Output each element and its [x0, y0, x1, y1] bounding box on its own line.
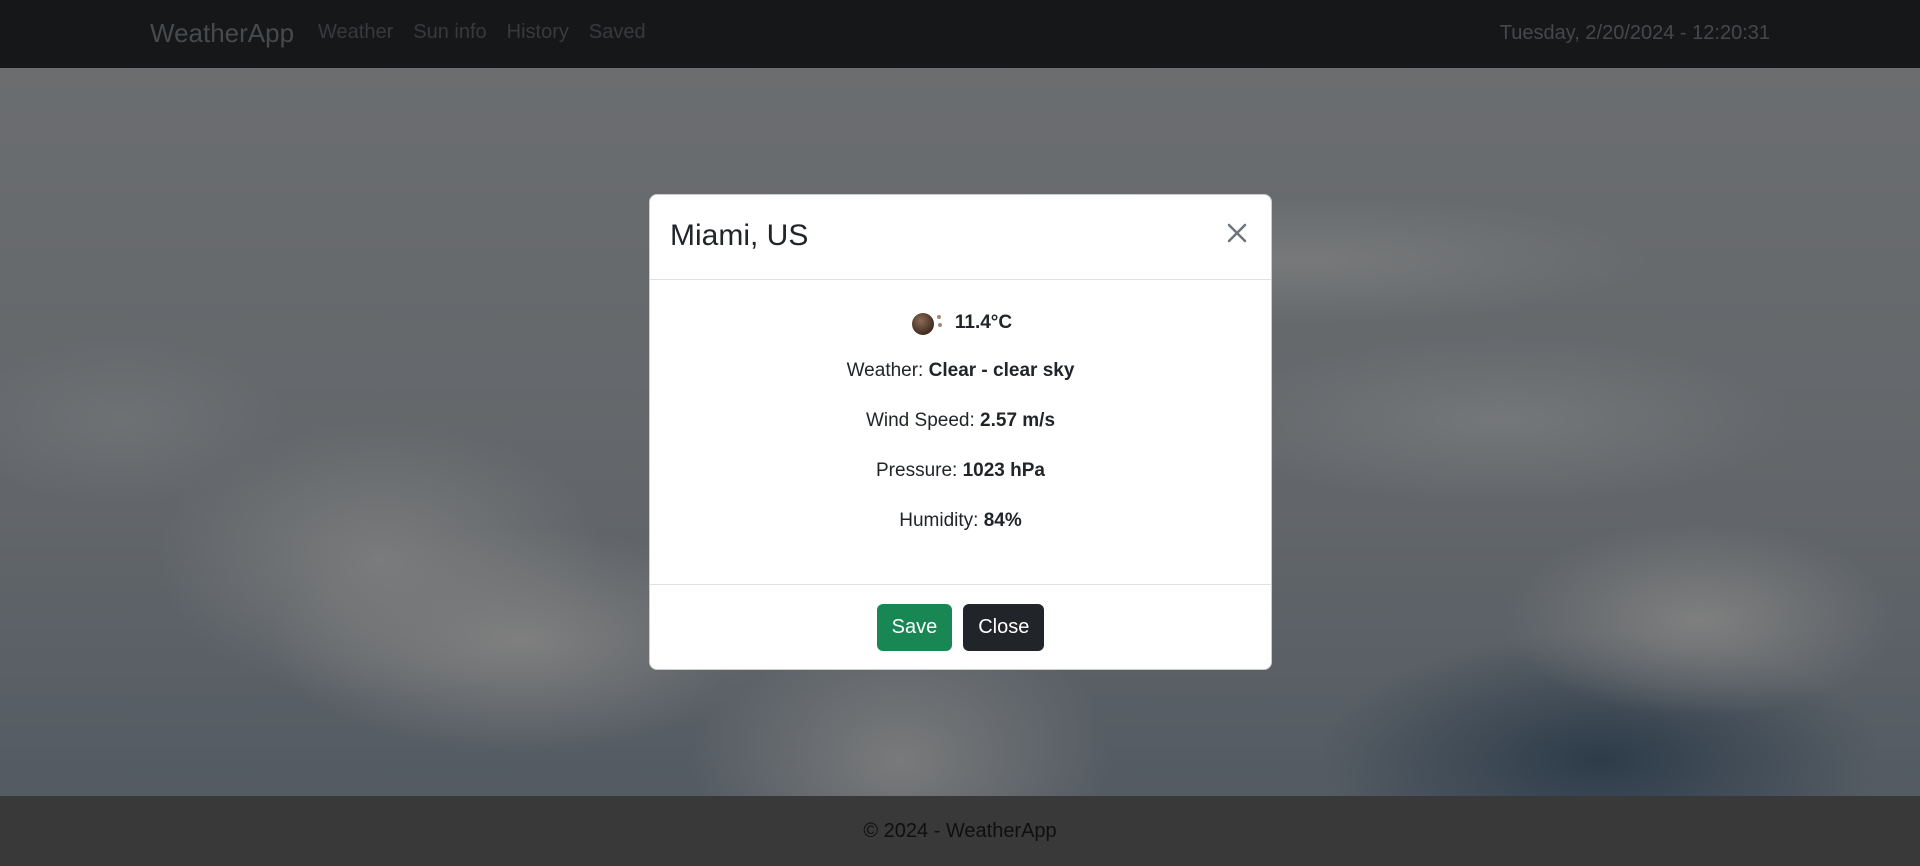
humidity-value: 84% — [983, 510, 1022, 531]
pressure-value: 1023 hPa — [962, 460, 1045, 481]
weather-label: Weather: — [846, 360, 929, 381]
modal-footer: Save Close — [650, 584, 1271, 670]
humidity-label: Humidity: — [899, 510, 984, 531]
modal-header: Miami, US — [650, 195, 1271, 280]
modal-title: Miami, US — [670, 219, 809, 252]
weather-description-row: Weather: Clear - clear sky — [650, 360, 1271, 382]
humidity-row: Humidity: 84% — [650, 510, 1271, 532]
pressure-label: Pressure: — [876, 460, 963, 481]
temperature-row: 11.4°C — [650, 308, 1271, 338]
save-button[interactable]: Save — [876, 604, 953, 651]
pressure-row: Pressure: 1023 hPa — [650, 460, 1271, 482]
wind-speed-row: Wind Speed: 2.57 m/s — [650, 410, 1271, 432]
weather-modal: Miami, US 11.4°C Weather: Clear - clear … — [649, 194, 1272, 670]
modal-body: 11.4°C Weather: Clear - clear sky Wind S… — [650, 280, 1271, 579]
wind-speed-label: Wind Speed: — [865, 410, 981, 431]
wind-speed-value: 2.57 m/s — [980, 410, 1056, 431]
close-icon[interactable] — [1221, 217, 1253, 249]
close-button[interactable]: Close — [963, 604, 1045, 651]
weather-value: Clear - clear sky — [928, 360, 1075, 381]
temperature-value: 11.4°C — [954, 312, 1013, 333]
clear-sky-icon — [911, 313, 942, 335]
